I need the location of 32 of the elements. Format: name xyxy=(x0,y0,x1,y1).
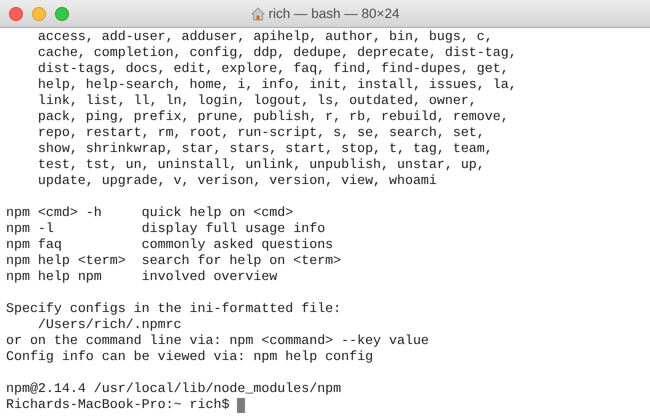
terminal-line: show, shrinkwrap, star, stars, start, stop, t, tag, team, xyxy=(36,141,494,157)
terminal-line: Specify configs in the ini-formatted file: xyxy=(6,301,342,317)
help-command: npm -l xyxy=(6,221,55,237)
help-description: quick help on <cmd> xyxy=(142,205,294,221)
terminal-line: npm@2.14.4 /usr/local/lib/node_modules/npm xyxy=(6,381,342,397)
help-description: search for help on <term> xyxy=(142,253,342,269)
help-command: npm faq xyxy=(6,237,63,253)
help-description: involved overview xyxy=(142,269,278,285)
terminal-line: /Users/rich/.npmrc xyxy=(36,317,183,333)
terminal-line: cache, completion, config, ddp, dedupe, deprecate, dist-tag, xyxy=(36,45,518,61)
close-button[interactable] xyxy=(9,7,23,21)
terminal-line: dist-tags, docs, edit, explore, faq, find, find-dupes, get, xyxy=(36,61,510,77)
minimize-button[interactable] xyxy=(32,7,46,21)
terminal-line: test, tst, un, uninstall, unlink, unpublish, unstar, up, xyxy=(36,157,486,173)
terminal-line: or on the command line via: npm <command> --key value xyxy=(6,333,430,349)
help-command: npm help <term> xyxy=(6,253,127,269)
terminal-line: update, upgrade, v, verison, version, view, whoami xyxy=(36,173,438,189)
terminal-line: repo, restart, rm, root, run-script, s, se, search, set, xyxy=(36,125,486,141)
house-icon xyxy=(250,6,265,20)
help-command: npm help npm xyxy=(6,269,103,285)
terminal-line: pack, ping, prefix, prune, publish, r, rb, rebuild, remove, xyxy=(36,109,510,125)
window-title: rich — bash — 80×24 xyxy=(268,6,400,21)
terminal-line: link, list, ll, ln, login, logout, ls, outdated, owner, xyxy=(36,93,478,109)
terminal-line: Config info can be viewed via: npm help config xyxy=(6,349,374,365)
help-description: display full usage info xyxy=(142,221,326,237)
text-cursor xyxy=(237,398,246,412)
help-description: commonly asked questions xyxy=(142,237,334,253)
terminal-line: help, help-search, home, i, info, init, install, issues, la, xyxy=(36,77,518,93)
help-command: npm <cmd> -h xyxy=(6,205,103,221)
shell-prompt: Richards-MacBook-Pro:~ rich$ xyxy=(6,397,230,413)
zoom-button[interactable] xyxy=(55,7,69,21)
terminal-line: access, add-user, adduser, apihelp, author, bin, bugs, c, xyxy=(36,29,494,45)
